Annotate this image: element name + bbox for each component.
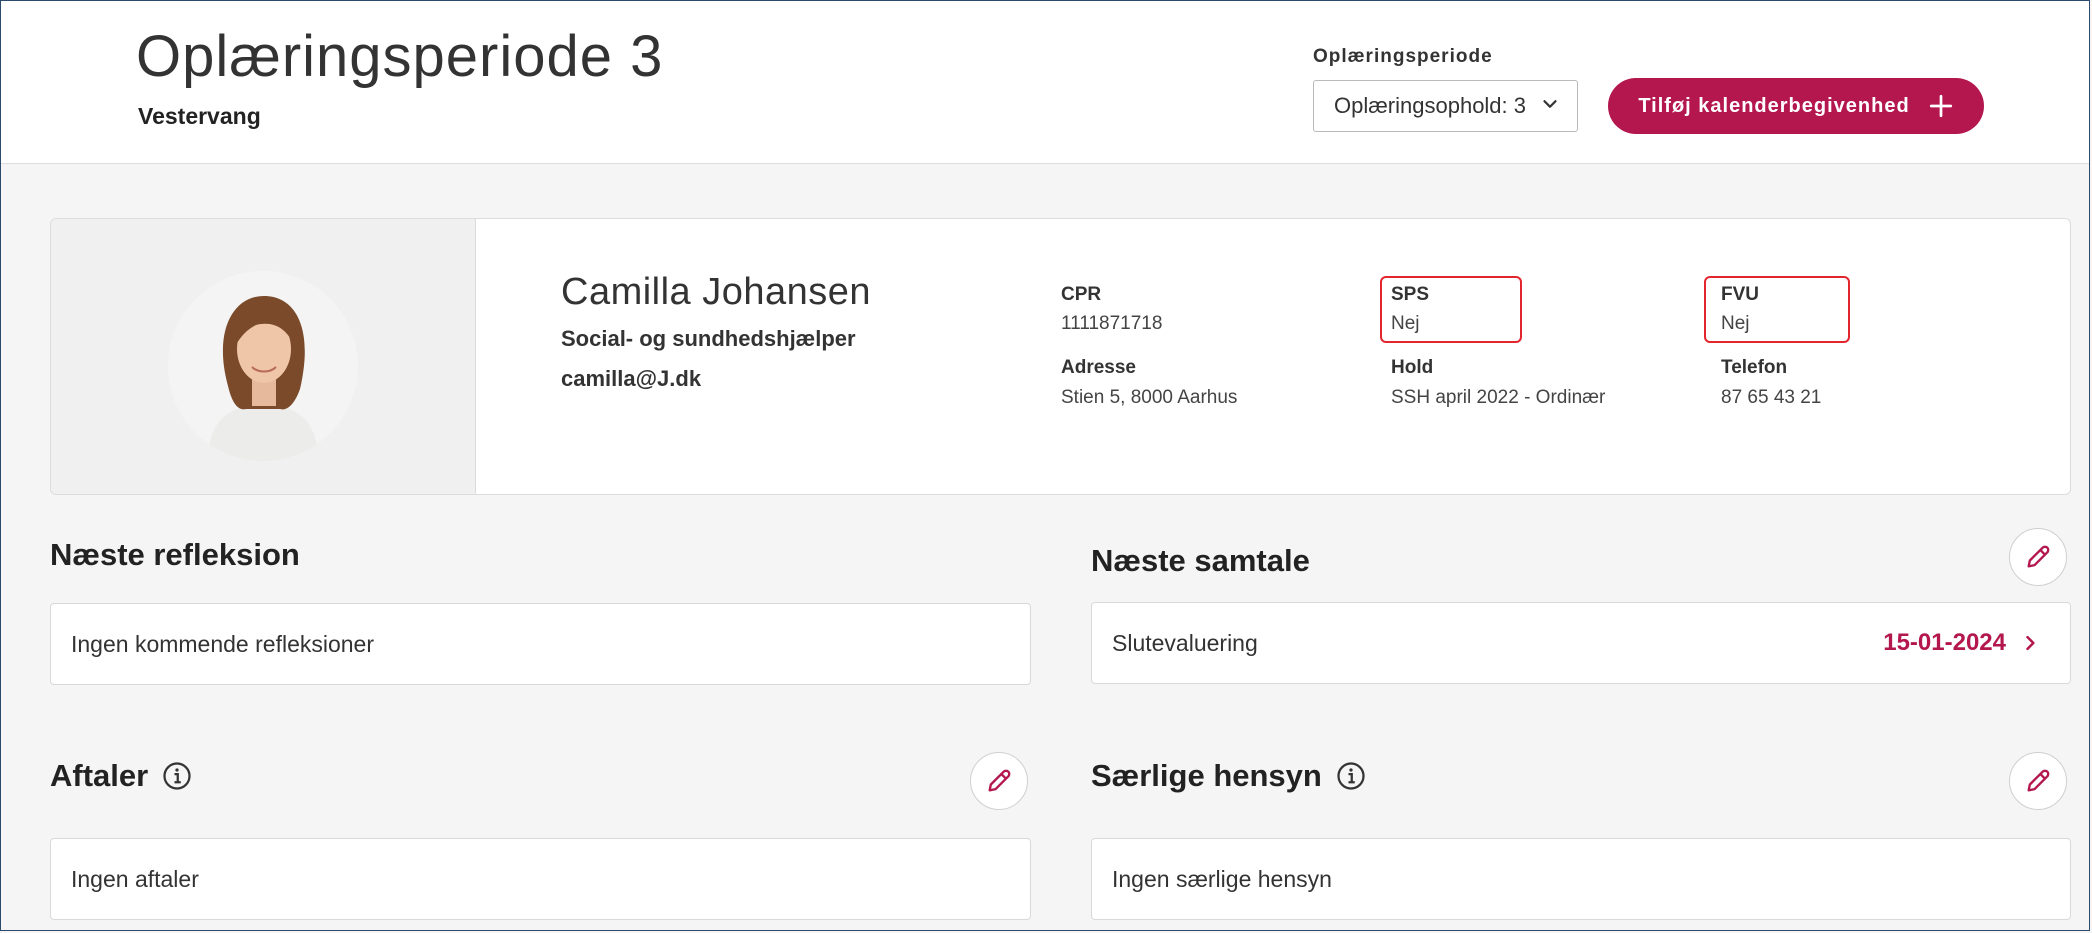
next-conversation-title-text: Næste samtale [1091,543,1310,578]
chevron-right-icon [2026,635,2035,651]
period-select[interactable]: Oplæringsophold: 3 [1313,80,1578,132]
page-subtitle: Vestervang [138,103,261,129]
pencil-icon [2027,545,2050,568]
agreements-title: Aftaler [50,758,192,794]
next-conversation-date: 15-01-2024 [1883,629,2006,656]
next-conversation-title: Næste samtale [1091,543,1310,579]
student-email: camilla@J.dk [561,366,702,391]
hold-label: Hold [1391,357,1434,378]
avatar [168,271,358,461]
plus-icon [1929,94,1952,118]
add-calendar-event-button[interactable]: Tilføj kalenderbegivenhed [1608,78,1984,134]
address-label: Adresse [1061,357,1136,378]
photo-pane [51,219,476,494]
edit-agreements-button[interactable] [970,752,1028,810]
special-considerations-box: Ingen særlige hensyn [1091,838,2071,920]
sps-label: SPS [1391,284,1430,305]
fvu-value: Nej [1721,313,1750,334]
chevron-down-icon [1543,100,1557,108]
info-icon[interactable] [162,761,192,791]
next-conversation-date-link[interactable]: 15-01-2024 [1883,603,2040,683]
next-reflection-box: Ingen kommende refleksioner [50,603,1031,685]
period-select-value: Oplæringsophold: 3 [1334,93,1527,118]
special-considerations-title-text: Særlige hensyn [1091,758,1322,793]
address-value: Stien 5, 8000 Aarhus [1061,387,1238,408]
agreements-box: Ingen aftaler [50,838,1031,920]
info-icon[interactable] [1336,761,1366,791]
page-header: Oplæringsperiode 3 Vestervang Oplæringsp… [1,1,2089,164]
portrait-image [168,271,358,461]
next-reflection-title: Næste refleksion [50,537,300,573]
agreements-empty-text: Ingen aftaler [71,865,199,892]
phone-label: Telefon [1721,357,1788,378]
agreements-title-text: Aftaler [50,758,149,793]
cpr-value: 1111871718 [1061,313,1163,334]
edit-conversation-button[interactable] [2009,528,2067,586]
app-frame: Oplæringsperiode 3 Vestervang Oplæringsp… [0,0,2090,931]
next-conversation-row[interactable]: Slutevaluering 15-01-2024 [1091,602,2071,684]
next-reflection-title-text: Næste refleksion [50,537,300,572]
next-conversation-item-label: Slutevaluering [1112,629,1258,656]
special-considerations-title: Særlige hensyn [1091,758,1366,794]
add-calendar-event-label: Tilføj kalenderbegivenhed [1638,94,1910,117]
page-title: Oplæringsperiode 3 [136,24,664,89]
period-select-label: Oplæringsperiode [1313,46,1493,67]
sps-value: Nej [1391,313,1420,334]
cpr-label: CPR [1061,284,1102,305]
fvu-label: FVU [1721,284,1759,305]
pencil-icon [988,769,1011,792]
student-profile-card: Camilla Johansen Social- og sundhedshjæl… [50,218,2071,495]
edit-special-considerations-button[interactable] [2009,752,2067,810]
student-name: Camilla Johansen [561,271,872,313]
student-role: Social- og sundhedshjælper [561,326,856,351]
phone-value: 87 65 43 21 [1721,387,1822,408]
hold-value: SSH april 2022 - Ordinær [1391,387,1606,408]
special-considerations-empty-text: Ingen særlige hensyn [1112,865,1332,892]
pencil-icon [2027,769,2050,792]
next-reflection-empty-text: Ingen kommende refleksioner [71,630,374,657]
